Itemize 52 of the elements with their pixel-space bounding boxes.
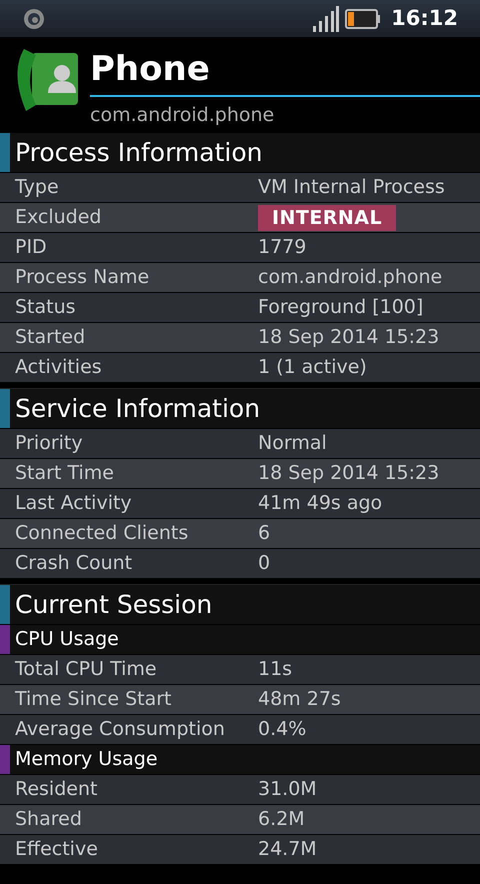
field-value: com.android.phone [258,265,442,290]
field-label: Shared [14,807,83,832]
status-badge: INTERNAL [258,204,396,230]
field-value: VM Internal Process [258,175,445,200]
field-label: Excluded [14,205,102,230]
field-value: 24.7M [258,837,317,862]
field-value: 31.0M [258,777,317,802]
field-label: Connected Clients [14,521,190,546]
package-name: com.android.phone [90,103,276,128]
section-title: Process Information [14,136,262,169]
field-label: Resident [14,777,98,802]
field-label: PID [14,235,48,260]
section-title: CPU Usage [14,627,119,652]
field-label: Priority [14,431,84,456]
accent-bar [0,625,10,654]
accent-bar [0,585,10,624]
field-value: 1779 [258,235,306,260]
field-label: Status [14,295,77,320]
field-label: Average Consumption [14,717,226,742]
battery-icon [345,8,382,28]
accent-bar [0,745,10,774]
field-label: Process Name [14,265,150,290]
field-value: 18 Sep 2014 15:23 [258,325,440,350]
accent-bar [0,389,10,428]
field-label: Crash Count [14,551,134,576]
field-value: 6 [258,521,270,546]
field-label: Type [14,175,60,200]
section-title: Service Information [14,392,260,425]
field-label: Started [14,325,86,350]
field-value: 11s [258,657,292,682]
field-label: Activities [14,355,103,380]
field-value: Normal [258,431,327,456]
section-title: Memory Usage [14,747,158,772]
field-value: 0 [258,551,270,576]
field-label: Effective [14,837,99,862]
accent-bar [0,133,10,172]
field-value: Foreground [100] [258,295,424,320]
section-title: Current Session [14,588,212,621]
field-value: 6.2M [258,807,305,832]
notification-icon [22,6,46,30]
clock-time: 16:12 [391,4,458,32]
field-label: Time Since Start [14,687,173,712]
field-label: Last Activity [14,491,133,516]
signal-icon [313,6,340,32]
field-value: 48m 27s [258,687,341,712]
field-value: 18 Sep 2014 15:23 [258,461,440,486]
field-value: 0.4% [258,717,306,742]
field-value: 41m 49s ago [258,491,382,516]
app-title: Phone [90,48,211,91]
field-label: Start Time [14,461,115,486]
field-value: 1 (1 active) [258,355,367,380]
field-label: Total CPU Time [14,657,158,682]
